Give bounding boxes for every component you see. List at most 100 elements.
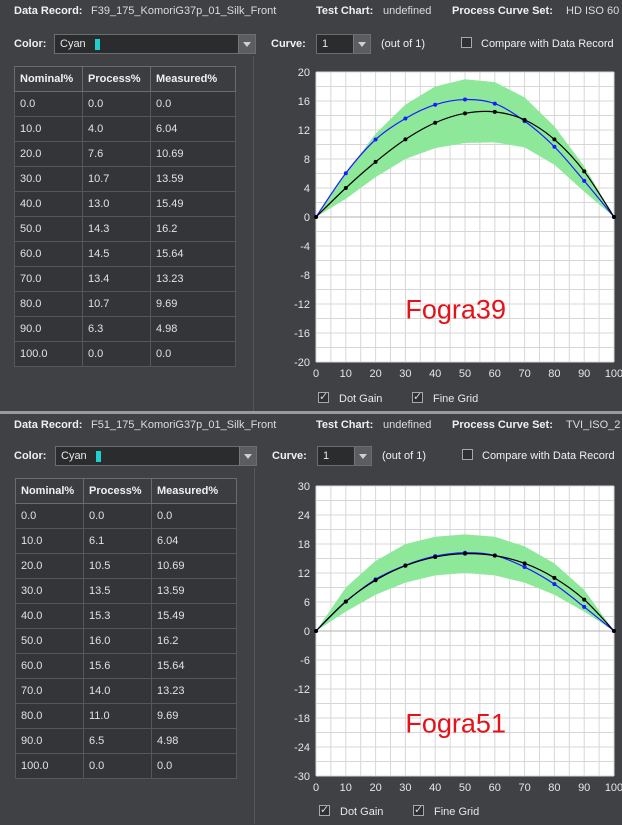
table-row[interactable]: 40.0 13.0 15.49 <box>14 191 236 217</box>
curve-set-label: Process Curve Set: <box>452 419 553 431</box>
cell-process: 14.3 <box>82 216 151 242</box>
chevron-down-icon[interactable] <box>239 447 256 465</box>
cell-nominal: 100.0 <box>15 753 84 779</box>
process-point <box>403 563 408 568</box>
dot-gain-checkbox[interactable] <box>318 390 329 403</box>
process-point <box>373 578 378 583</box>
y-tick-label: 16 <box>298 96 310 108</box>
x-tick-label: 90 <box>578 782 590 794</box>
table-row[interactable]: 60.0 15.6 15.64 <box>15 653 237 679</box>
compare-checkbox[interactable] <box>462 449 473 460</box>
table-row[interactable]: 90.0 6.3 4.98 <box>14 316 236 342</box>
cell-process: 6.3 <box>82 316 151 342</box>
cell-measured: 16.2 <box>150 216 236 242</box>
cell-process: 10.7 <box>82 166 151 192</box>
header-measured: Measured% <box>150 66 236 92</box>
cell-measured: 13.59 <box>151 578 237 604</box>
process-point <box>403 137 408 142</box>
cell-nominal: 30.0 <box>15 578 84 604</box>
cell-measured: 0.0 <box>151 753 237 779</box>
header-nominal: Nominal% <box>14 66 83 92</box>
cell-measured: 15.64 <box>151 653 237 679</box>
compare-checkbox[interactable] <box>461 37 472 48</box>
chevron-down-icon[interactable] <box>353 35 370 53</box>
measured-point <box>492 101 497 106</box>
cell-process: 6.5 <box>83 728 152 754</box>
dot-gain-checkbox[interactable] <box>319 803 330 816</box>
y-tick-label: 12 <box>298 125 310 137</box>
chevron-down-icon[interactable] <box>354 447 371 465</box>
chevron-down-icon[interactable] <box>238 35 255 53</box>
y-tick-label: -18 <box>294 713 310 725</box>
table-row[interactable]: 70.0 13.4 13.23 <box>14 266 236 292</box>
process-point <box>463 551 467 556</box>
process-point <box>373 159 378 164</box>
y-tick-label: 4 <box>304 183 310 195</box>
cell-nominal: 30.0 <box>14 166 83 192</box>
table-row[interactable]: 20.0 10.5 10.69 <box>15 553 237 579</box>
curve-select[interactable]: 1 <box>316 34 371 54</box>
compare-label: Compare with Data Record <box>482 450 615 462</box>
table-row[interactable]: 50.0 16.0 16.2 <box>15 628 237 654</box>
table-row[interactable]: 30.0 13.5 13.59 <box>15 578 237 604</box>
table-row[interactable]: 60.0 14.5 15.64 <box>14 241 236 267</box>
process-point <box>582 169 587 174</box>
fine-grid-label: Fine Grid <box>434 806 480 818</box>
cell-nominal: 40.0 <box>15 603 84 629</box>
x-tick-label: 80 <box>548 368 560 380</box>
y-tick-label: 18 <box>298 539 310 551</box>
table-row[interactable]: 80.0 11.0 9.69 <box>15 703 237 729</box>
cell-process: 15.6 <box>83 653 152 679</box>
y-tick-label: 12 <box>298 568 310 580</box>
x-tick-label: 20 <box>369 782 381 794</box>
table-row[interactable]: 50.0 14.3 16.2 <box>14 216 236 242</box>
table-row[interactable]: 40.0 15.3 15.49 <box>15 603 237 629</box>
table-row[interactable]: 10.0 4.0 6.04 <box>14 116 236 142</box>
cell-process: 14.0 <box>83 678 152 704</box>
table-row[interactable]: 80.0 10.7 9.69 <box>14 291 236 317</box>
x-tick-label: 40 <box>429 368 441 380</box>
table-row[interactable]: 0.0 0.0 0.0 <box>15 503 237 529</box>
cell-measured: 0.0 <box>151 503 237 529</box>
panel-divider <box>254 468 255 824</box>
data-record-value: F51_175_KomoriG37p_01_Silk_Front <box>91 419 277 431</box>
table-row[interactable]: 100.0 0.0 0.0 <box>14 341 236 367</box>
cell-nominal: 70.0 <box>14 266 83 292</box>
color-select[interactable]: Cyan <box>54 34 256 54</box>
color-select[interactable]: Cyan <box>55 446 257 466</box>
measured-point <box>582 604 587 609</box>
curve-select[interactable]: 1 <box>317 446 372 466</box>
cell-process: 0.0 <box>83 753 152 779</box>
table-row[interactable]: 70.0 14.0 13.23 <box>15 678 237 704</box>
x-tick-label: 60 <box>489 782 501 794</box>
panel-header: Data Record: F51_175_KomoriG37p_01_Silk_… <box>0 414 622 436</box>
x-tick-label: 70 <box>518 782 530 794</box>
table-row[interactable]: 90.0 6.5 4.98 <box>15 728 237 754</box>
cell-measured: 13.59 <box>150 166 236 192</box>
process-point <box>552 575 557 580</box>
x-tick-label: 70 <box>518 368 530 380</box>
cell-nominal: 90.0 <box>15 728 84 754</box>
cell-measured: 10.69 <box>150 141 236 167</box>
y-tick-label: -24 <box>294 742 310 754</box>
y-tick-label: -4 <box>300 241 310 253</box>
table-row[interactable]: 10.0 6.1 6.04 <box>15 528 237 554</box>
table-row[interactable]: 0.0 0.0 0.0 <box>14 91 236 117</box>
data-record-label: Data Record: <box>14 5 83 17</box>
cell-measured: 6.04 <box>151 528 237 554</box>
table-row[interactable]: 30.0 10.7 13.59 <box>14 166 236 192</box>
cell-process: 11.0 <box>83 703 152 729</box>
y-tick-label: -12 <box>294 299 310 311</box>
process-point <box>522 117 527 122</box>
table-row[interactable]: 100.0 0.0 0.0 <box>15 753 237 779</box>
cell-measured: 13.23 <box>151 678 237 704</box>
cell-nominal: 10.0 <box>15 528 84 554</box>
process-point <box>552 137 557 142</box>
fine-grid-checkbox[interactable] <box>413 803 424 816</box>
y-tick-label: 6 <box>304 597 310 609</box>
fine-grid-checkbox[interactable] <box>412 390 423 403</box>
cell-nominal: 90.0 <box>14 316 83 342</box>
table-row[interactable]: 20.0 7.6 10.69 <box>14 141 236 167</box>
test-chart-value: undefined <box>383 419 432 431</box>
cell-process: 0.0 <box>82 341 151 367</box>
